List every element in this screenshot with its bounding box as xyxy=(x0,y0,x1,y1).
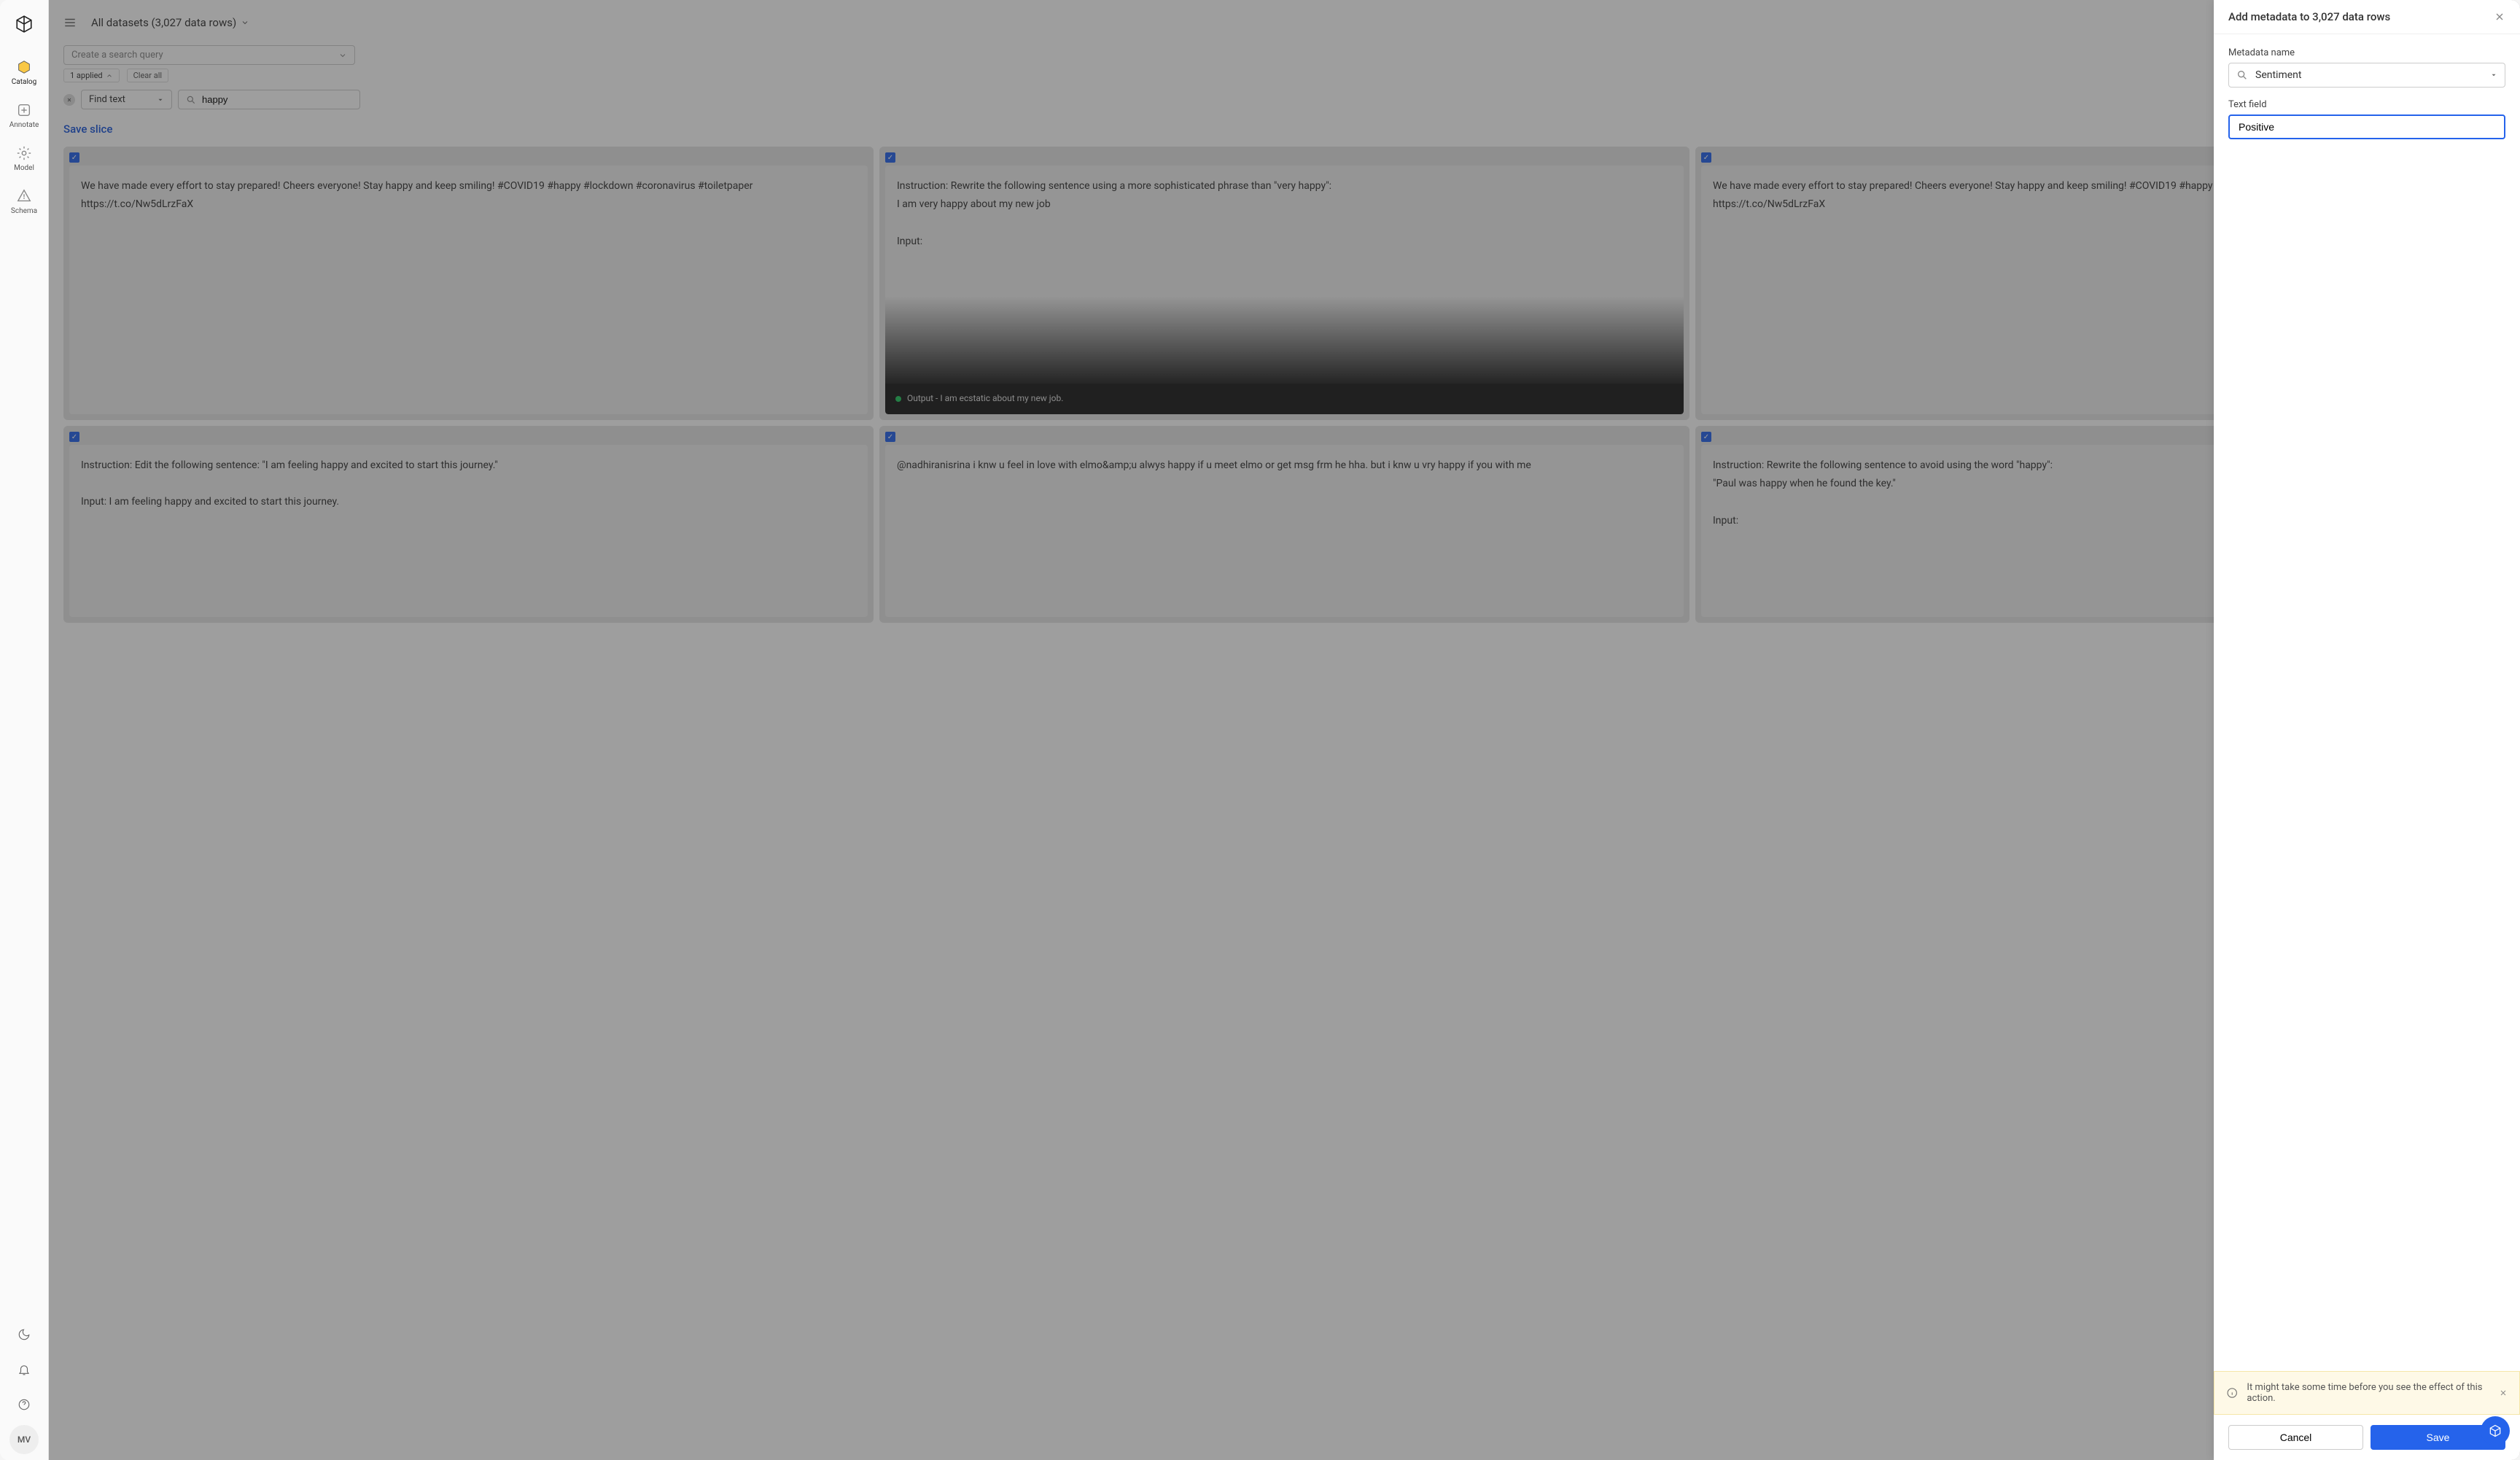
close-icon xyxy=(2499,1389,2508,1397)
rail-item-model[interactable]: Model xyxy=(14,145,34,172)
rail-label: Model xyxy=(14,164,34,172)
drawer-footer: Cancel Save xyxy=(2214,1415,2520,1460)
info-notice: It might take some time before you see t… xyxy=(2214,1371,2520,1415)
notifications-button[interactable] xyxy=(9,1355,39,1384)
rail-label: Catalog xyxy=(12,78,36,86)
drawer-header: Add metadata to 3,027 data rows xyxy=(2214,0,2520,34)
app-logo xyxy=(15,15,34,34)
annotate-icon xyxy=(16,102,32,118)
drawer-title: Add metadata to 3,027 data rows xyxy=(2228,10,2390,23)
avatar-initials: MV xyxy=(18,1434,31,1445)
cube-icon xyxy=(2488,1424,2502,1438)
cancel-label: Cancel xyxy=(2280,1432,2312,1443)
text-field-label: Text field xyxy=(2228,99,2505,110)
schema-icon xyxy=(16,188,32,204)
cancel-button[interactable]: Cancel xyxy=(2228,1425,2363,1450)
notice-text: It might take some time before you see t… xyxy=(2247,1382,2490,1404)
save-label: Save xyxy=(2427,1432,2450,1443)
left-rail: Catalog Annotate Model Schema MV xyxy=(0,0,49,1460)
info-icon xyxy=(2226,1386,2238,1399)
user-avatar[interactable]: MV xyxy=(9,1425,39,1454)
rail-label: Annotate xyxy=(9,121,39,129)
metadata-name-select[interactable]: Sentiment xyxy=(2228,63,2505,88)
moon-icon xyxy=(18,1328,31,1341)
search-icon xyxy=(2236,69,2248,81)
text-field-input[interactable] xyxy=(2228,114,2505,139)
main-area: All datasets (3,027 data rows) Create a … xyxy=(49,0,2520,1460)
rail-label: Schema xyxy=(11,207,37,215)
close-icon xyxy=(2494,11,2505,23)
modal-overlay[interactable] xyxy=(49,0,2520,1460)
fab-button[interactable] xyxy=(2481,1416,2510,1445)
drawer-close-button[interactable] xyxy=(2494,11,2505,23)
notice-close-button[interactable] xyxy=(2499,1389,2508,1397)
caret-down-icon xyxy=(2490,71,2497,79)
bell-icon xyxy=(18,1363,31,1376)
metadata-name-label: Metadata name xyxy=(2228,47,2505,58)
rail-item-schema[interactable]: Schema xyxy=(11,188,37,215)
metadata-name-value: Sentiment xyxy=(2255,69,2483,81)
rail-item-catalog[interactable]: Catalog xyxy=(12,59,36,86)
rail-item-annotate[interactable]: Annotate xyxy=(9,102,39,129)
drawer-body: Metadata name Sentiment Text field xyxy=(2214,34,2520,1371)
catalog-icon xyxy=(16,59,32,75)
help-icon xyxy=(18,1398,31,1411)
help-button[interactable] xyxy=(9,1390,39,1419)
model-icon xyxy=(16,145,32,161)
theme-toggle[interactable] xyxy=(9,1320,39,1349)
metadata-drawer: Add metadata to 3,027 data rows Metadata… xyxy=(2214,0,2520,1460)
